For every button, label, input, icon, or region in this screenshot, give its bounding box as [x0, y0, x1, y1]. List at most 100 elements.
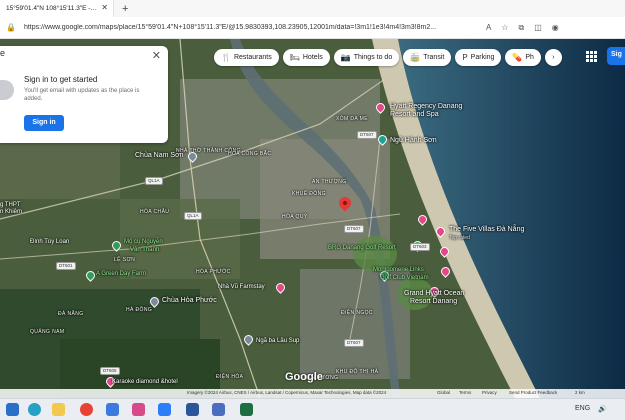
restaurant-icon: 🍴 — [221, 53, 231, 62]
chip-label: Parking — [470, 54, 495, 61]
language-indicator[interactable]: ENG — [575, 405, 590, 412]
map-label[interactable]: Grand Hyatt Ocean — [404, 290, 464, 297]
road-shield: QL1A — [145, 177, 163, 185]
map-label[interactable]: Chùa Hòa Phước — [162, 297, 217, 304]
camera-icon: 📷 — [340, 53, 351, 62]
road-shield: DT603 — [410, 243, 430, 251]
feedback-link[interactable]: Send Product Feedback — [509, 390, 557, 395]
map-footer: Imagery ©2024 Airbus, CNES / Airbus, Lan… — [0, 389, 625, 398]
map-label: KHUÊ ĐÔNG — [292, 191, 326, 197]
lock-icon[interactable]: 🔒 — [6, 23, 16, 32]
new-tab-button[interactable]: + — [122, 3, 128, 15]
road-shield: DT607 — [344, 225, 364, 233]
chip-parking[interactable]: P Parking — [455, 49, 502, 66]
map-label[interactable]: Đình Túy Loan — [30, 239, 69, 245]
map-label: HÒA PHƯỚC — [196, 269, 231, 275]
road-shield: QL1A — [184, 212, 202, 220]
map-label: HOA CÔNG BẮC — [228, 151, 272, 157]
chip-pharmacy[interactable]: 💊 Ph — [505, 49, 541, 66]
chip-label: Restaurants — [233, 54, 272, 61]
app-icon[interactable] — [158, 403, 171, 416]
chip-restaurants[interactable]: 🍴 Restaurants — [214, 49, 279, 66]
parking-icon: P — [462, 53, 468, 62]
map-label[interactable]: Chùa Nam Sơn — [135, 152, 184, 159]
road-shield: DT607 — [357, 131, 377, 139]
chip-next-button[interactable]: › — [544, 49, 562, 66]
browser-toolbar: A ☆ ⧉ ◫ ◉ — [486, 23, 559, 33]
tab-title: 15°59'01.4"N 108°15'11.3"E - Go — [6, 5, 98, 12]
close-icon[interactable]: ✕ — [152, 49, 161, 62]
signin-button[interactable]: Sign in — [24, 115, 64, 131]
translate-icon[interactable]: A — [486, 23, 491, 33]
close-icon[interactable]: ✕ — [101, 3, 108, 12]
apps-grid-icon[interactable] — [586, 51, 597, 62]
excel-icon[interactable] — [240, 403, 253, 416]
chip-label: Hotels — [302, 54, 323, 61]
top-signin-button[interactable]: Sig — [607, 47, 625, 65]
scale-label[interactable]: 2 km — [575, 390, 585, 395]
map-label[interactable]: The Five Villas Đà Nẵng — [449, 226, 524, 233]
map-label: KHU ĐÔ THỊ HÀ — [336, 369, 379, 375]
taskbar: ENG 🔊 — [0, 398, 625, 420]
signin-card: e ✕ Sign in to get started You'll get em… — [0, 46, 168, 143]
app-icon[interactable] — [106, 403, 119, 416]
chip-label: Things to do — [353, 54, 393, 61]
map-label: HÒA CHÂU — [140, 209, 170, 215]
edge-icon[interactable] — [28, 403, 41, 416]
chevron-right-icon: › — [552, 54, 555, 61]
collections-icon[interactable]: ⧉ — [518, 23, 524, 33]
road-shield: DT607 — [344, 339, 364, 347]
map-label[interactable]: Văn Thanh — [130, 247, 159, 253]
map-label[interactable]: Nhà Vũ Farmstay — [218, 284, 265, 290]
browser-tab-bar: 15°59'01.4"N 108°15'11.3"E - Go ✕ + — [0, 0, 625, 17]
imagery-attribution: Imagery ©2024 Airbus, CNES / Airbus, Lan… — [187, 390, 387, 395]
map-label: AN THƯỢNG — [312, 179, 347, 185]
file-explorer-icon[interactable] — [52, 403, 65, 416]
map-label: LỆ SƠN — [114, 257, 136, 263]
map-label[interactable]: g THPT — [0, 202, 21, 208]
map-label[interactable]: Ngũ Hành Sơn — [390, 137, 437, 144]
terms-link[interactable]: Terms — [459, 390, 471, 395]
chip-label: Transit — [423, 54, 445, 61]
windows-start-icon[interactable] — [6, 403, 19, 416]
avatar-icon — [0, 80, 14, 100]
url-field[interactable]: https://www.google.com/maps/place/15°59'… — [24, 24, 474, 31]
map-label: ĐIỆN NGỌC — [341, 310, 373, 316]
map-label: ĐÀ NẴNG — [58, 311, 84, 317]
map-label[interactable]: Resort and Spa — [390, 111, 439, 118]
map-label[interactable]: Montgomerie Links — [373, 267, 424, 273]
map-label[interactable]: BRG Danang Golf Resort — [328, 245, 396, 251]
map-label: HÒA QUÝ — [282, 214, 308, 220]
address-bar: 🔒 https://www.google.com/maps/place/15°5… — [0, 17, 625, 39]
chrome-icon[interactable] — [80, 403, 93, 416]
map-label[interactable]: Karaoke diamond &hotel — [112, 379, 178, 385]
word-icon[interactable] — [186, 403, 199, 416]
favorites-icon[interactable]: ☆ — [501, 23, 508, 33]
chip-things-to-do[interactable]: 📷 Things to do — [333, 49, 400, 66]
map-label: Top rated — [449, 235, 470, 241]
map-label[interactable]: Hyatt Regency Danang — [390, 103, 462, 110]
map-label[interactable]: n Khiêm — [0, 209, 22, 215]
map-label[interactable]: Resort Danang — [410, 298, 457, 305]
browser-tab[interactable]: 15°59'01.4"N 108°15'11.3"E - Go ✕ — [0, 0, 114, 17]
privacy-link[interactable]: Privacy — [482, 390, 497, 395]
map-label[interactable]: Ngã ba Lâu Sup — [256, 338, 299, 344]
hotel-icon: 🛏 — [289, 53, 300, 62]
map-label[interactable]: Golf Club Vietnam — [380, 275, 429, 281]
map-label: QUẢNG NAM — [30, 329, 65, 335]
profile-icon[interactable]: ◉ — [552, 23, 559, 33]
chip-hotels[interactable]: 🛏 Hotels — [282, 49, 330, 66]
map-viewport[interactable]: 🍴 Restaurants 🛏 Hotels 📷 Things to do 🚋 … — [0, 39, 625, 398]
map-label[interactable]: Mộ cụ Nguyễn — [124, 239, 163, 245]
extensions-icon[interactable]: ◫ — [534, 23, 542, 33]
map-label[interactable]: A Green Day Farm — [96, 271, 146, 277]
chip-transit[interactable]: 🚋 Transit — [403, 49, 452, 66]
photos-icon[interactable] — [132, 403, 145, 416]
speaker-icon[interactable]: 🔊 — [598, 405, 607, 413]
road-shield: DT601 — [56, 262, 76, 270]
global-link[interactable]: Global — [437, 390, 450, 395]
map-label: XÓM DA ME — [336, 116, 368, 122]
card-title: Sign in to get started — [24, 75, 98, 84]
zalo-icon[interactable] — [212, 403, 225, 416]
google-logo: Google — [285, 371, 323, 383]
